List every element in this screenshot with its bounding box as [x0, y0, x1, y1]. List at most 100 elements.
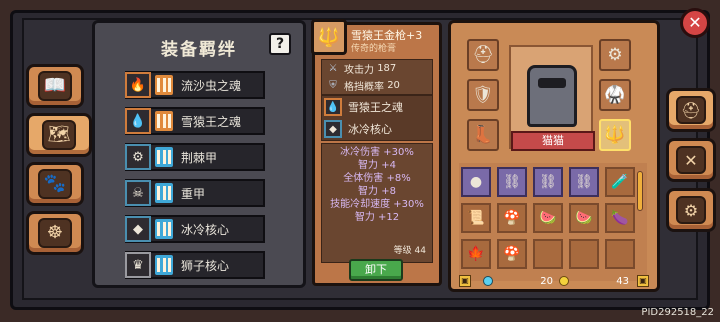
character-panel: ⛑ 🛡 👢 ⚙ 🥋 🔱 猫猫 ● ⛓ ⛓ ⛓ 🧪 📜 🍄 🍉 🍉 🍆 🍁 🍄 ▣…: [448, 20, 660, 292]
watermelon-icon: 🍉: [539, 210, 557, 226]
equip-slot-armor[interactable]: 🛡: [467, 79, 499, 111]
item-bond-label: 冰冷核心: [348, 123, 392, 136]
bond-label: 冰冷核心: [181, 222, 230, 237]
equip-slot-boots[interactable]: 👢: [467, 119, 499, 151]
ice-crystal-icon: ◆: [324, 120, 342, 138]
bond-row[interactable]: 🔥 流沙虫之魂: [125, 71, 265, 99]
item-bonds-box: 💧 雪猿王之魂 ◆ 冰冷核心: [321, 95, 433, 141]
effect-line: 智力 +12: [354, 212, 400, 223]
effect-line: 智力 +8: [358, 186, 396, 197]
effect-line: 全体伤害 +8%: [343, 173, 411, 184]
item-detail-panel: 🔱 雪猿王金枪+3 传奇的枪膏 ⚔ 攻击力 187 ⛨ 格挡概率 20 💧 雪猿…: [311, 19, 442, 286]
left-nav: 📖 🗺 🐾 ☸: [26, 64, 92, 260]
effect-line: 冰冷伤害 +30%: [340, 147, 414, 158]
tab-codex[interactable]: 📖: [26, 64, 84, 108]
stat-label: 格挡概率: [344, 82, 384, 93]
bond-label: 雪猿王之魂: [181, 114, 242, 129]
inventory-slot[interactable]: ⛓: [569, 167, 599, 197]
tab-settings[interactable]: ⚙: [666, 188, 716, 232]
item-bond[interactable]: 💧 雪猿王之魂: [322, 96, 432, 118]
boots-icon: 👢: [472, 125, 494, 145]
inventory-slot[interactable]: 🍄: [497, 239, 527, 269]
tab-map[interactable]: 🗺: [26, 113, 92, 157]
close-icon: ✕: [688, 13, 702, 32]
bond-row[interactable]: ◆ 冰冷核心: [125, 215, 265, 243]
inventory-slot[interactable]: 📜: [461, 203, 491, 233]
close-button[interactable]: ✕: [680, 8, 710, 38]
helmet-icon: ⛑: [676, 96, 706, 124]
inventory-slot[interactable]: 🍁: [461, 239, 491, 269]
inventory-slot[interactable]: [605, 239, 635, 269]
bond-row[interactable]: ☠ 重甲: [125, 179, 265, 207]
tab-pets[interactable]: 🐾: [26, 162, 84, 206]
chain-icon: ⛓: [503, 174, 521, 190]
blue-flame-icon: 💧: [324, 98, 342, 116]
inventory-slot[interactable]: ⛓: [497, 167, 527, 197]
tools-icon: ✕: [676, 146, 706, 174]
bond-label: 流沙虫之魂: [181, 78, 242, 93]
ice-crystal-icon: ◆: [125, 216, 151, 242]
inventory-scrollbar[interactable]: [637, 171, 643, 211]
armor-icon: 🛡: [472, 85, 494, 105]
help-button[interactable]: ?: [269, 33, 291, 55]
stat-label: 攻击力: [344, 65, 374, 76]
bond-bars-icon: [155, 255, 173, 275]
tab-vehicle[interactable]: ☸: [26, 211, 84, 255]
bond-bars-icon: [155, 75, 173, 95]
bond-row[interactable]: ⚙ 荆棘甲: [125, 143, 265, 171]
equip-slot-chest[interactable]: 🥋: [599, 79, 631, 111]
unequip-button[interactable]: 卸下: [349, 259, 403, 281]
currency-bar: ▣ 20 43 ▣: [459, 273, 649, 289]
leaf-icon: 🍁: [467, 246, 485, 262]
bond-row[interactable]: 💧 雪猿王之魂: [125, 107, 265, 135]
stat-block: ⛨ 格挡概率 20: [322, 77, 432, 94]
player-id: PID292518_22: [641, 307, 714, 318]
bond-label: 重甲: [181, 186, 206, 201]
inventory-slot[interactable]: 🍉: [569, 203, 599, 233]
item-subtitle: 传奇的枪膏: [351, 44, 397, 54]
inventory-slot[interactable]: ⛓: [533, 167, 563, 197]
spiked-armor-icon: ⚙: [607, 45, 623, 65]
map-icon: 🗺: [42, 120, 76, 150]
tab-helmet[interactable]: ⛑: [666, 88, 716, 132]
mushroom-icon: 🍄: [503, 246, 521, 262]
inventory-slot[interactable]: [533, 239, 563, 269]
bond-bars-icon: [155, 183, 173, 203]
item-bond[interactable]: ◆ 冰冷核心: [322, 118, 432, 140]
lock-icon[interactable]: ▣: [459, 275, 471, 287]
inventory-slot[interactable]: 🍆: [605, 203, 635, 233]
lock-icon[interactable]: ▣: [637, 275, 649, 287]
skull-icon: ☠: [125, 180, 151, 206]
inventory-slot[interactable]: 🍉: [533, 203, 563, 233]
fire-orb-icon: 🔥: [125, 72, 151, 98]
shield-icon: ⛨: [329, 80, 337, 91]
inventory-slot[interactable]: [569, 239, 599, 269]
gear-icon: ⚙: [125, 144, 151, 170]
inventory-slot[interactable]: 🧪: [605, 167, 635, 197]
item-bond-label: 雪猿王之魂: [348, 101, 403, 114]
bond-bars-icon: [155, 219, 173, 239]
book-icon: 📖: [38, 71, 72, 101]
potion-icon: 🧪: [611, 174, 629, 190]
equip-slot-accessory[interactable]: ⚙: [599, 39, 631, 71]
lion-head-icon: ♛: [125, 252, 151, 278]
stat-attack: ⚔ 攻击力 187: [322, 60, 432, 77]
gear-icon: ⚙: [676, 196, 706, 224]
bomb-icon: ●: [469, 174, 483, 190]
chestplate-icon: 🥋: [604, 85, 626, 105]
inventory-grid: ● ⛓ ⛓ ⛓ 🧪 📜 🍄 🍉 🍉 🍆 🍁 🍄: [459, 163, 647, 281]
eggplant-icon: 🍆: [611, 210, 629, 226]
bond-effects-list: 冰冷伤害 +30% 智力 +4 全体伤害 +8% 智力 +8 技能冷却速度 +3…: [321, 143, 433, 263]
character-name: 猫猫: [511, 131, 595, 151]
inventory-slot[interactable]: 🍄: [497, 203, 527, 233]
bond-row[interactable]: ♛ 狮子核心: [125, 251, 265, 279]
equip-slot-weapon[interactable]: 🔱: [599, 119, 631, 151]
stat-value: 20: [387, 80, 400, 91]
equip-slot-helmet[interactable]: ⛑: [467, 39, 499, 71]
steering-wheel-icon: ☸: [38, 218, 72, 248]
chain-icon: ⛓: [575, 174, 593, 190]
inventory-slot[interactable]: ●: [461, 167, 491, 197]
spear-icon: 🔱: [604, 125, 626, 145]
effect-line: 智力 +4: [358, 160, 396, 171]
tab-tools[interactable]: ✕: [666, 138, 716, 182]
